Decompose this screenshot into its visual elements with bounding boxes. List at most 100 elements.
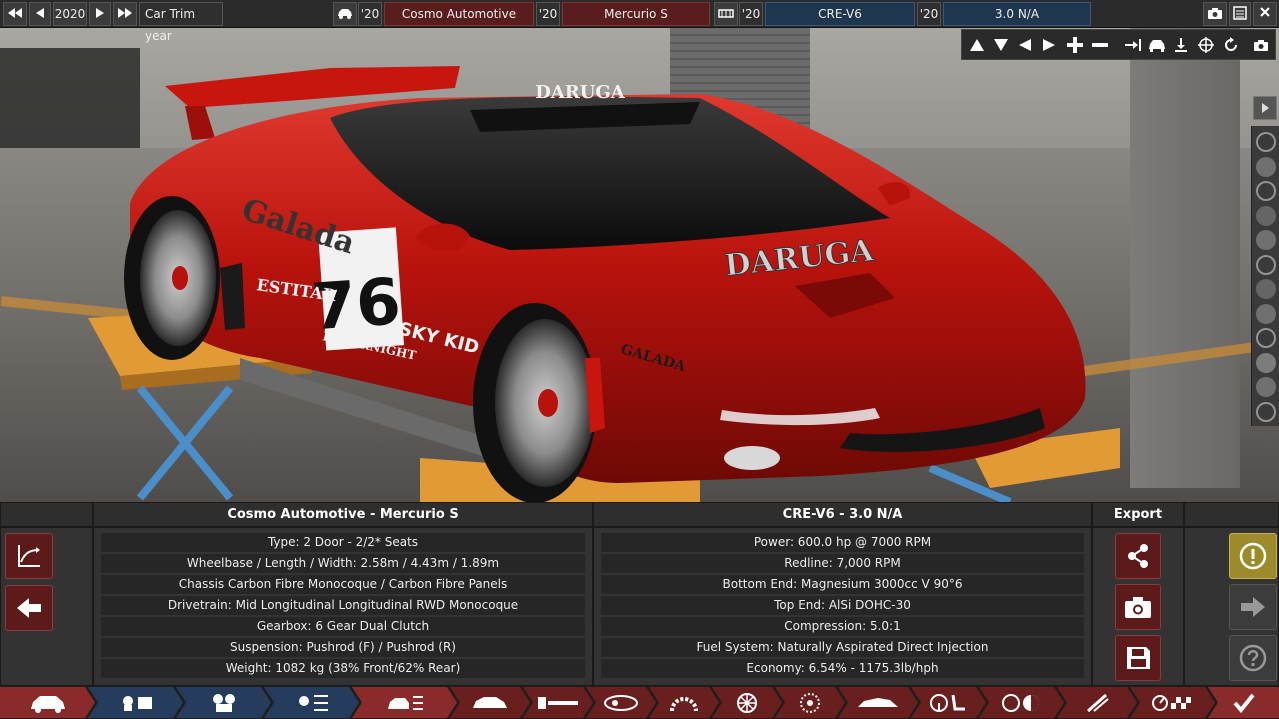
circle-icon[interactable] bbox=[1256, 402, 1276, 422]
floppy-disk-icon bbox=[1127, 647, 1150, 669]
tab-chassis[interactable] bbox=[523, 687, 593, 718]
engine-icon bbox=[718, 9, 734, 18]
side-panel-toggle-button[interactable] bbox=[1253, 96, 1277, 120]
engine-year-badge-2: '20 bbox=[917, 2, 941, 26]
year-display[interactable]: 2020 bbox=[53, 2, 87, 26]
stats-graph-button[interactable] bbox=[5, 533, 53, 579]
car-model-button[interactable] bbox=[333, 2, 357, 26]
screenshot-button[interactable] bbox=[1203, 2, 1227, 26]
warnings-button[interactable] bbox=[1229, 533, 1277, 579]
body-view-icon[interactable] bbox=[1256, 230, 1276, 250]
tab-lights[interactable] bbox=[586, 687, 656, 718]
back-button[interactable] bbox=[5, 585, 53, 631]
paint-view-icon[interactable] bbox=[1256, 157, 1276, 177]
tab-tyres[interactable] bbox=[649, 687, 719, 718]
fit-view-button[interactable] bbox=[1122, 33, 1144, 57]
car-info-row: Suspension: Pushrod (F) / Pushrod (R) bbox=[101, 638, 585, 657]
piston-folder-icon bbox=[116, 692, 156, 714]
seat-view-icon[interactable] bbox=[1256, 206, 1276, 226]
person-icon[interactable] bbox=[1256, 377, 1276, 397]
first-year-button[interactable] bbox=[3, 2, 27, 26]
engine-info-title: CRE-V6 - 3.0 N/A bbox=[593, 502, 1092, 527]
tab-engine-bottom-end[interactable] bbox=[176, 687, 271, 718]
gear-icon[interactable] bbox=[1256, 353, 1276, 373]
aero-car-icon bbox=[856, 695, 900, 711]
camera-left-button[interactable] bbox=[1014, 33, 1036, 57]
car-3d-viewport[interactable]: 76 Galada DARUGA DARUGA ESTITAR HYPERNIG… bbox=[0, 28, 1279, 502]
engine-info-row: Redline: 7,000 RPM bbox=[601, 554, 1084, 573]
car-info-row: Weight: 1082 kg (38% Front/62% Rear) bbox=[101, 659, 585, 678]
tab-car-overview[interactable] bbox=[0, 687, 95, 718]
grille-view-icon[interactable] bbox=[1256, 279, 1276, 299]
brake-disc-icon bbox=[799, 692, 821, 714]
arrow-right-icon bbox=[1043, 39, 1055, 51]
camera-up-button[interactable] bbox=[966, 33, 988, 57]
export-column bbox=[1092, 527, 1184, 686]
share-button[interactable] bbox=[1115, 533, 1161, 579]
tab-interior[interactable] bbox=[911, 687, 986, 718]
tab-finish[interactable] bbox=[1208, 687, 1279, 718]
car-icon bbox=[338, 9, 352, 19]
play-right-icon bbox=[1262, 103, 1269, 113]
car-front-icon bbox=[1149, 40, 1165, 52]
no-fixtures-icon[interactable] bbox=[1256, 328, 1276, 348]
car-body bbox=[130, 66, 1086, 483]
tab-testing[interactable] bbox=[979, 687, 1064, 718]
tab-wheels[interactable] bbox=[712, 687, 782, 718]
minus-icon bbox=[1092, 43, 1108, 47]
engine-info-row: Compression: 5.0:1 bbox=[601, 617, 1084, 636]
camera-icon bbox=[1208, 8, 1222, 19]
camera-right-button[interactable] bbox=[1038, 33, 1060, 57]
steering-seat-icon bbox=[929, 692, 969, 714]
left-tools-column bbox=[0, 527, 93, 686]
help-button[interactable] bbox=[1229, 635, 1277, 681]
close-button[interactable] bbox=[1253, 2, 1277, 26]
rotate-pan-button[interactable] bbox=[1195, 33, 1217, 57]
engine-family-name[interactable]: CRE-V6 bbox=[765, 2, 915, 26]
suspension-view-icon[interactable] bbox=[1256, 304, 1276, 324]
model-year-badge-2: '20 bbox=[536, 2, 560, 26]
engine-model-button[interactable] bbox=[714, 2, 738, 26]
model-name[interactable]: Mercurio S bbox=[562, 2, 710, 26]
prev-year-button[interactable] bbox=[29, 2, 51, 26]
tab-car-info-active[interactable] bbox=[352, 687, 457, 718]
zoom-out-button[interactable] bbox=[1089, 33, 1111, 57]
steering-wheel-balance-icon bbox=[1000, 692, 1044, 714]
tab-track-test[interactable] bbox=[1130, 687, 1215, 718]
next-year-button[interactable] bbox=[89, 2, 111, 26]
gauge-flag-icon bbox=[1151, 694, 1195, 712]
engine-variant-name[interactable]: 3.0 N/A bbox=[943, 2, 1091, 26]
manufacturer-name[interactable]: Cosmo Automotive bbox=[384, 2, 534, 26]
export-photo-button[interactable] bbox=[1115, 584, 1161, 630]
ground-view-button[interactable] bbox=[1170, 33, 1192, 57]
interior-view-icon[interactable] bbox=[1256, 255, 1276, 275]
save-button[interactable] bbox=[1115, 635, 1161, 681]
arrow-right-icon bbox=[1241, 597, 1265, 617]
wheel-view-icon[interactable] bbox=[1256, 132, 1276, 152]
menu-list-button[interactable] bbox=[1229, 2, 1251, 26]
play-right-icon bbox=[96, 8, 104, 18]
car-info-row: Chassis Carbon Fibre Monocoque / Carbon … bbox=[101, 575, 585, 594]
engine-year-badge: '20 bbox=[739, 2, 763, 26]
zoom-in-button[interactable] bbox=[1064, 33, 1086, 57]
engine-info-row: Top End: AlSi DOHC-30 bbox=[601, 596, 1084, 615]
car-wheel-rear bbox=[124, 196, 220, 360]
car-view-button[interactable] bbox=[1146, 33, 1168, 57]
lights-view-icon[interactable] bbox=[1256, 181, 1276, 201]
tab-brakes[interactable] bbox=[775, 687, 845, 718]
export-title: Export bbox=[1092, 502, 1184, 527]
help-icon bbox=[1239, 644, 1267, 672]
tab-engine-tuning[interactable] bbox=[264, 687, 359, 718]
last-year-button[interactable] bbox=[113, 2, 137, 26]
tab-paint[interactable] bbox=[1057, 687, 1137, 718]
top-bar: 2020 Car Trim year '20 Cosmo Automotive … bbox=[0, 0, 1279, 43]
reset-rotation-button[interactable] bbox=[1220, 33, 1242, 57]
camera-icon bbox=[1125, 597, 1151, 618]
tab-aero[interactable] bbox=[838, 687, 918, 718]
camera-down-button[interactable] bbox=[990, 33, 1012, 57]
tab-engine-family[interactable] bbox=[88, 687, 183, 718]
photo-mode-button[interactable] bbox=[1250, 33, 1272, 57]
car-list-icon bbox=[385, 692, 425, 714]
next-button[interactable] bbox=[1229, 584, 1277, 630]
tab-body[interactable] bbox=[450, 687, 530, 718]
